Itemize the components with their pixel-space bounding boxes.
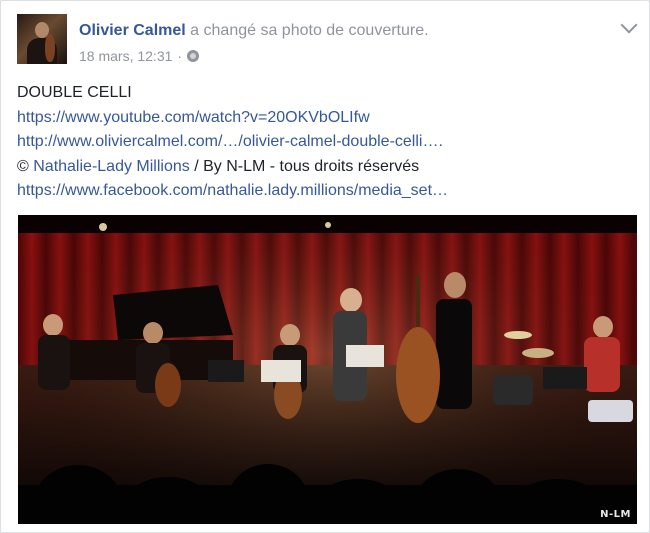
credit-prefix: © [17, 157, 34, 175]
author-name-link[interactable]: Olivier Calmel [79, 22, 186, 39]
post-timestamp[interactable]: 18 mars, 12:31 [79, 47, 172, 65]
globe-icon[interactable] [187, 50, 200, 62]
post-title: DOUBLE CELLI [17, 84, 132, 101]
post-action-text: a changé sa photo de couverture. [190, 22, 429, 39]
credit-suffix: / By N-LM - tous droits réservés [189, 157, 420, 175]
post-body: DOUBLE CELLI https://www.youtube.com/wat… [17, 81, 637, 204]
concert-scene [18, 215, 637, 524]
avatar-cello [45, 34, 55, 62]
facebook-media-link[interactable]: https://www.facebook.com/nathalie.lady.m… [17, 182, 448, 199]
post-meta: 18 mars, 12:31 · [79, 47, 200, 65]
credit-line: © Nathalie-Lady Millions / By N-LM - tou… [17, 155, 637, 180]
chevron-down-icon[interactable] [620, 16, 638, 34]
photo-watermark: N-LM [600, 509, 631, 520]
meta-separator: · [177, 48, 183, 64]
avatar[interactable] [17, 14, 67, 64]
youtube-link[interactable]: https://www.youtube.com/watch?v=20OKVbOL… [17, 109, 370, 126]
cello-left [155, 363, 181, 407]
double-bass [396, 327, 440, 423]
post-header: Olivier Calmel a changé sa photo de couv… [79, 21, 429, 41]
credit-author-link[interactable]: Nathalie-Lady Millions [33, 158, 190, 175]
cover-photo[interactable]: N-LM [18, 215, 637, 524]
website-link[interactable]: http://www.oliviercalmel.com/…/olivier-c… [17, 133, 443, 150]
feed-post: Olivier Calmel a changé sa photo de couv… [0, 0, 650, 533]
